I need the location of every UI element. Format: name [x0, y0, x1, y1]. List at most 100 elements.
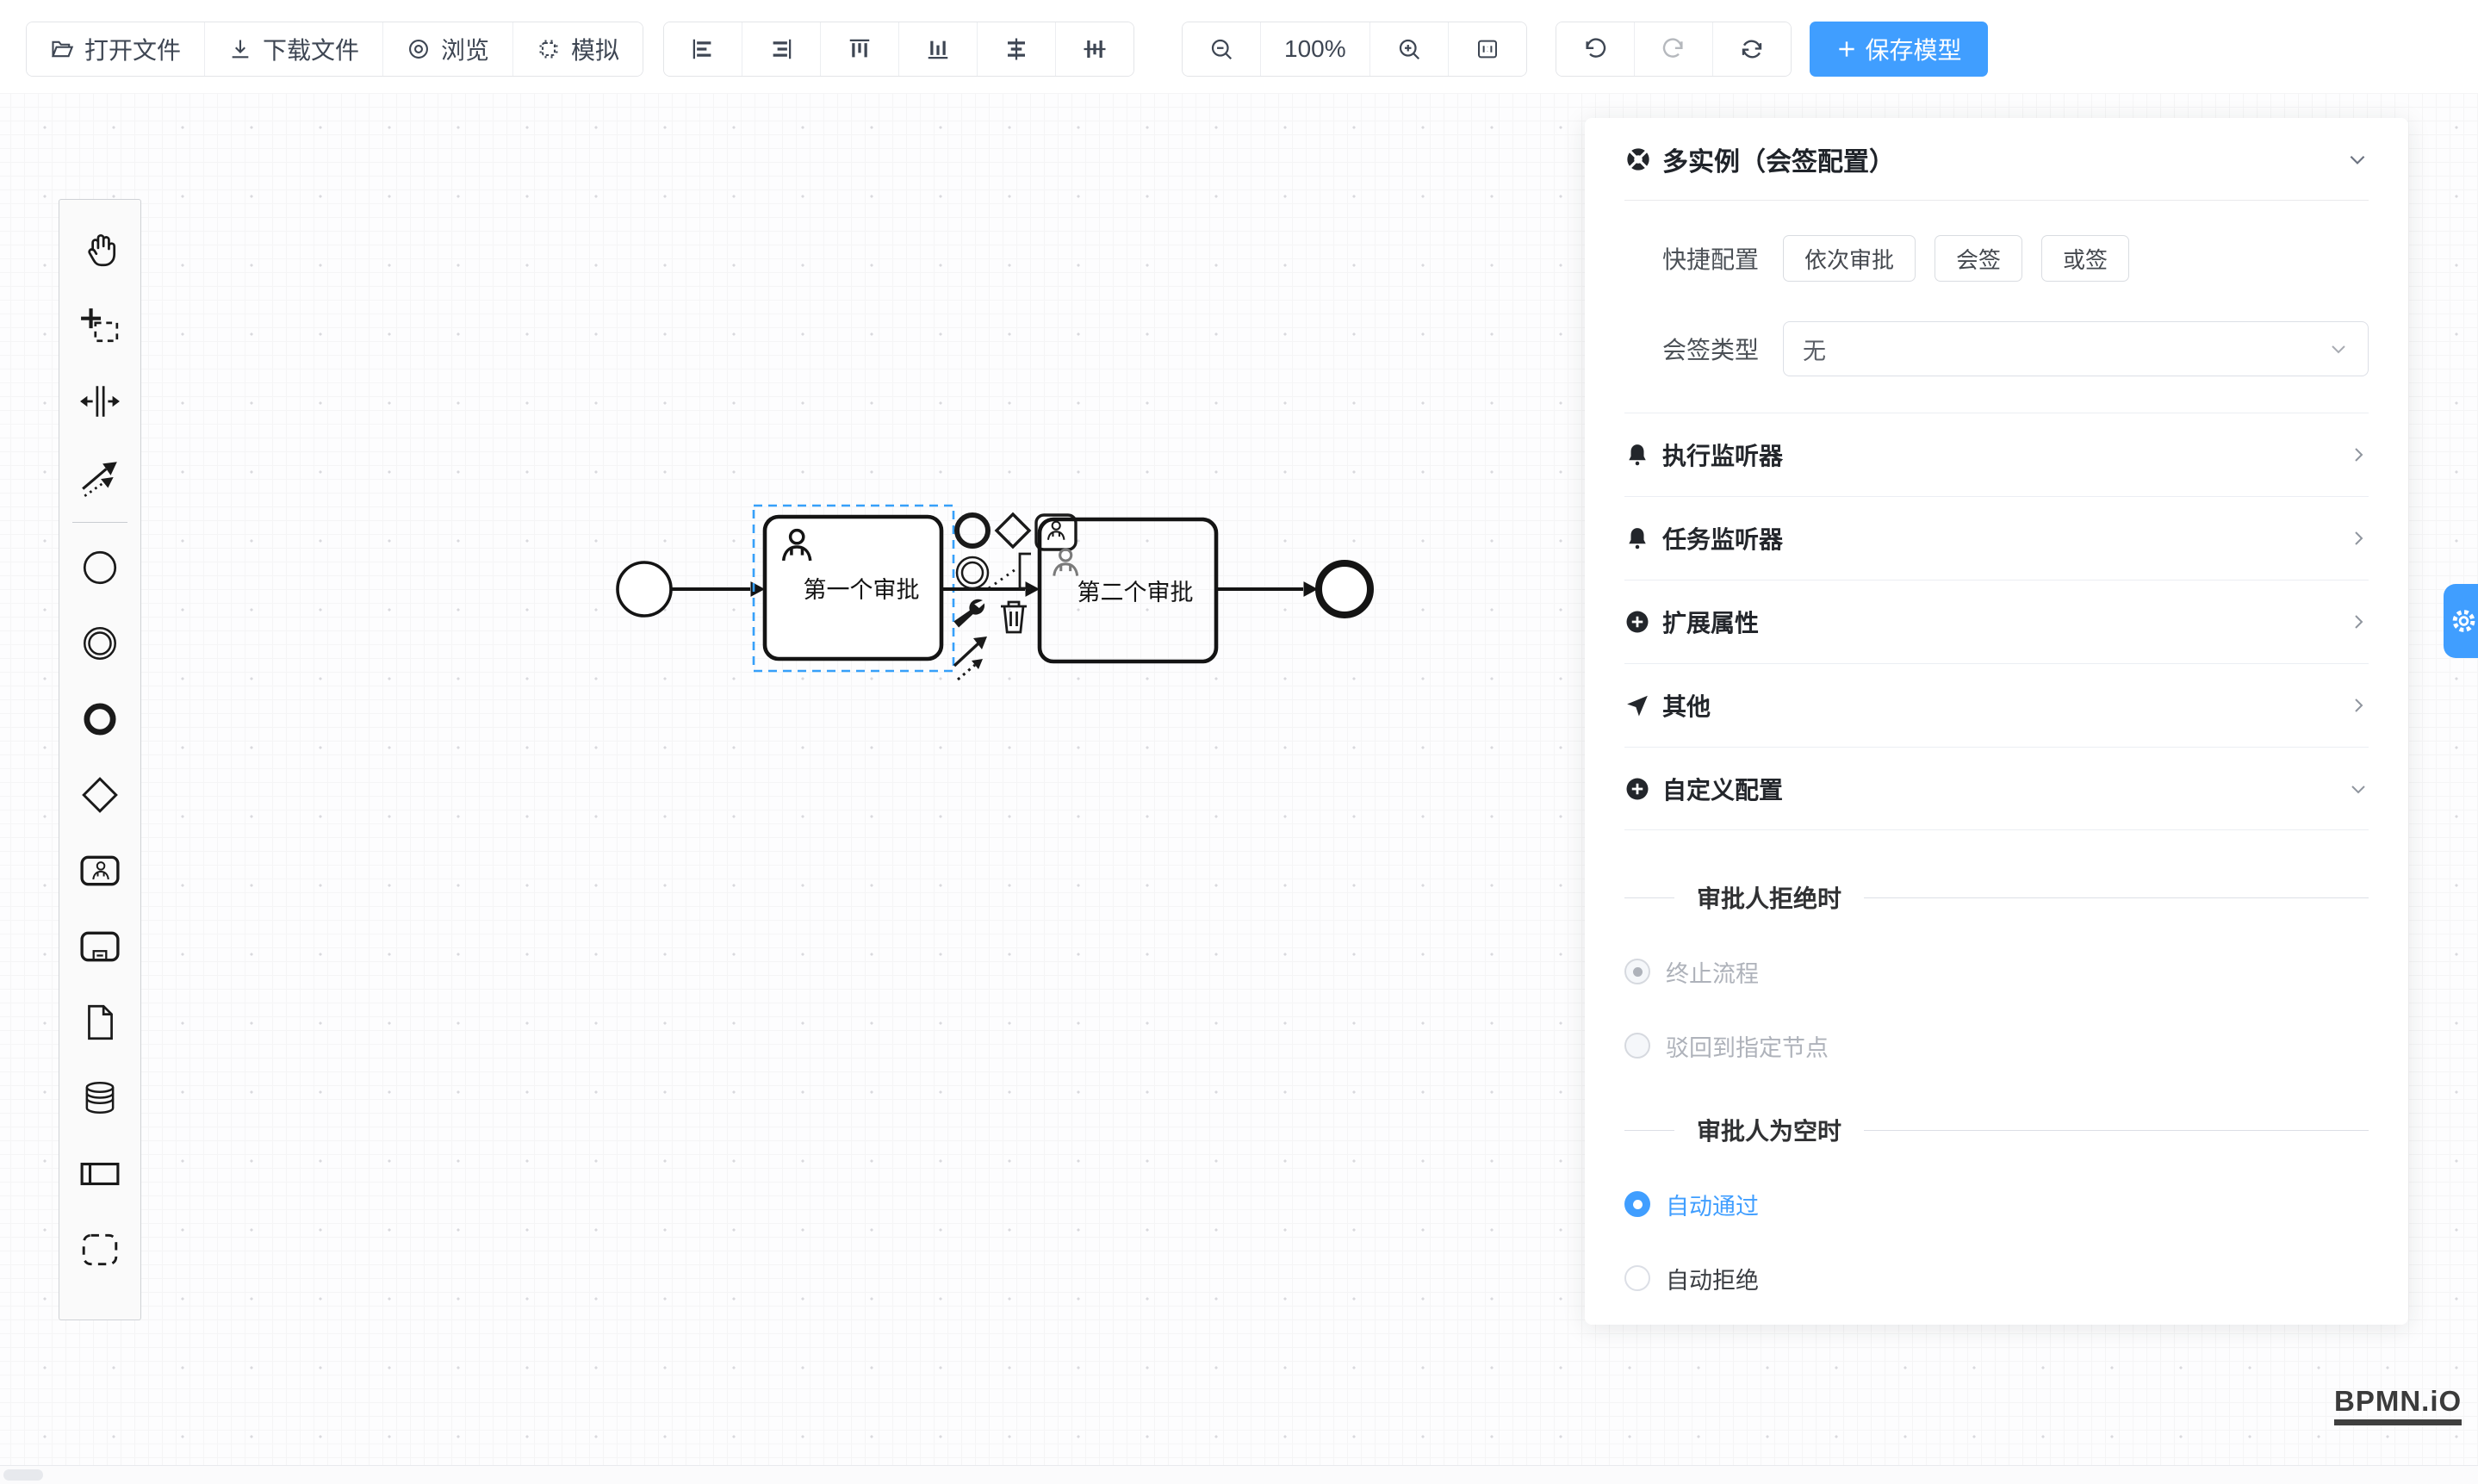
file-button-group: 打开文件 下载文件 浏览 模拟 [26, 22, 643, 77]
preview-icon [407, 37, 431, 61]
change-type-wrench-icon[interactable] [953, 599, 984, 628]
horizontal-scrollbar-thumb[interactable] [3, 1469, 43, 1481]
create-participant[interactable] [74, 1136, 126, 1212]
multi-instance-section-header[interactable]: 多实例（会签配置） [1624, 118, 2369, 201]
create-gateway[interactable] [74, 757, 126, 833]
quick-config-countersign-button[interactable]: 会签 [1935, 235, 2022, 282]
redo-button[interactable] [1635, 22, 1713, 76]
section-task-listener[interactable]: 任务监听器 [1624, 496, 2369, 580]
align-center-vertical-button[interactable] [1056, 22, 1133, 76]
context-pad [953, 514, 1076, 680]
sign-type-row: 会签类型 无 [1662, 321, 2369, 376]
lasso-tool[interactable] [74, 288, 126, 363]
zoom-button-group: 100% [1182, 22, 1527, 77]
task-label: 第二个审批 [1078, 580, 1194, 605]
append-text-annotation-icon[interactable] [989, 554, 1031, 588]
chevron-right-icon [2348, 528, 2369, 549]
section-other[interactable]: 其他 [1624, 663, 2369, 747]
hand-tool[interactable] [74, 212, 126, 288]
zoom-reset-icon [1475, 36, 1500, 62]
preview-button[interactable]: 浏览 [383, 22, 513, 76]
section-extended-properties[interactable]: 扩展属性 [1624, 580, 2369, 663]
simulate-chip-icon [537, 37, 561, 61]
append-intermediate-event-icon[interactable] [957, 557, 988, 588]
lasso-icon [79, 305, 121, 346]
radio-auto-pass[interactable]: 自动通过 [1624, 1187, 2369, 1221]
connect-tool-icon[interactable] [954, 636, 987, 680]
align-bottom-icon [925, 36, 951, 62]
align-top-button[interactable] [821, 22, 899, 76]
end-event-node[interactable] [1319, 563, 1370, 615]
sign-type-value: 无 [1803, 332, 1826, 366]
open-file-button[interactable]: 打开文件 [27, 22, 205, 76]
download-file-button[interactable]: 下载文件 [205, 22, 383, 76]
create-subprocess[interactable] [74, 909, 126, 984]
section-label: 自定义配置 [1662, 772, 1783, 806]
chevron-down-icon [2328, 338, 2349, 359]
zoom-reset-button[interactable] [1449, 22, 1526, 76]
watermark-underline [2334, 1419, 2462, 1425]
radio-auto-reject[interactable]: 自动拒绝 [1624, 1261, 2369, 1295]
global-connect-tool[interactable] [74, 439, 126, 515]
chevron-right-icon [2348, 444, 2369, 465]
gear-icon [2450, 605, 2478, 636]
align-button-group [663, 22, 1134, 77]
element-palette [59, 199, 141, 1320]
align-center-horizontal-button[interactable] [978, 22, 1056, 76]
sequence-flow-3[interactable] [1216, 582, 1317, 596]
zoom-level-value: 100% [1284, 35, 1346, 63]
restart-icon [1739, 36, 1765, 62]
append-end-event-icon[interactable] [957, 515, 988, 546]
delete-trash-icon[interactable] [1001, 602, 1027, 632]
reject-group-divider: 审批人拒绝时 [1624, 880, 2369, 915]
section-execution-listener[interactable]: 执行监听器 [1624, 413, 2369, 496]
quick-config-sequential-button[interactable]: 依次审批 [1783, 235, 1916, 282]
create-data-store[interactable] [74, 1060, 126, 1136]
create-intermediate-event[interactable] [74, 605, 126, 681]
align-left-button[interactable] [664, 22, 742, 76]
create-user-task[interactable] [74, 833, 126, 909]
save-model-button[interactable]: 保存模型 [1810, 22, 1988, 77]
align-center-vertical-icon [1082, 36, 1108, 62]
section-label: 其他 [1662, 688, 1711, 723]
space-tool-icon [79, 381, 121, 422]
radio-return-to-node: 驳回到指定节点 [1624, 1028, 2369, 1063]
history-button-group [1556, 22, 1792, 77]
create-group[interactable] [74, 1212, 126, 1288]
space-tool[interactable] [74, 363, 126, 439]
simulate-label: 模拟 [571, 32, 619, 66]
simulate-button[interactable]: 模拟 [513, 22, 643, 76]
append-gateway-icon[interactable] [997, 514, 1029, 547]
create-start-event[interactable] [74, 530, 126, 605]
align-right-button[interactable] [742, 22, 821, 76]
sequence-flow-1[interactable] [672, 582, 764, 596]
empty-group-divider: 审批人为空时 [1624, 1113, 2369, 1147]
connect-icon [79, 456, 121, 498]
download-icon [228, 37, 252, 61]
zoom-out-button[interactable] [1183, 22, 1261, 76]
zoom-in-button[interactable] [1370, 22, 1449, 76]
restart-button[interactable] [1713, 22, 1791, 76]
sign-type-select[interactable]: 无 [1783, 321, 2369, 376]
start-event-node[interactable] [618, 562, 671, 616]
end-event-icon [79, 699, 121, 740]
align-bottom-button[interactable] [899, 22, 978, 76]
create-end-event[interactable] [74, 681, 126, 757]
undo-button[interactable] [1556, 22, 1635, 76]
user-task-node-1[interactable]: 第一个审批 [765, 517, 941, 659]
bpmn-io-watermark[interactable]: BPMN.iO [2334, 1385, 2462, 1425]
properties-panel: 多实例（会签配置） 快捷配置 依次审批 会签 或签 会签类型 无 [1585, 118, 2408, 1325]
plus-circle-icon [1624, 776, 1650, 802]
radio-label: 终止流程 [1666, 955, 1759, 989]
section-custom-config[interactable]: 自定义配置 [1624, 747, 2369, 830]
bell-icon [1624, 442, 1650, 468]
create-data-object[interactable] [74, 984, 126, 1060]
quick-config-orsign-button[interactable]: 或签 [2041, 235, 2129, 282]
radio-circle [1624, 1033, 1650, 1059]
radio-terminate-process: 终止流程 [1624, 954, 2369, 989]
zoom-in-icon [1396, 36, 1422, 62]
top-toolbar: 打开文件 下载文件 浏览 模拟 [0, 0, 2478, 93]
settings-drawer-handle[interactable] [2444, 584, 2478, 658]
radio-label: 自动拒绝 [1666, 1262, 1759, 1295]
reject-group-title: 审批人拒绝时 [1697, 880, 1841, 915]
